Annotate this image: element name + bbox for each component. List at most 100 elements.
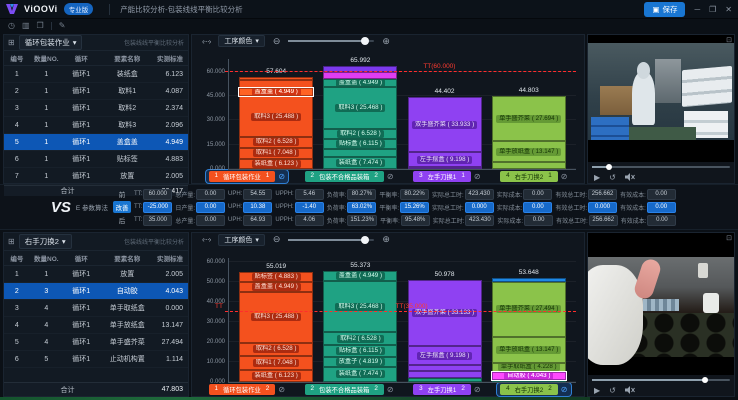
slider-knob[interactable] xyxy=(361,37,369,45)
no-schedule-icon[interactable]: ⊘ xyxy=(474,385,481,394)
table-row[interactable]: 41循环1取料32.096 xyxy=(4,117,188,134)
table-row[interactable]: 71循环1放置2.005 xyxy=(4,168,188,185)
bar-segment[interactable]: 单手取纸盒 ( 4.228 ) xyxy=(492,363,566,371)
no-schedule-icon[interactable]: ⊘ xyxy=(561,385,568,394)
bar-segment[interactable]: 左手摆盒 ( 9.198 ) xyxy=(408,346,482,364)
bar-segment[interactable]: 取料2 ( 6.528 ) xyxy=(239,343,313,356)
bar-segment[interactable]: 取料3 ( 25.468 ) xyxy=(323,281,397,332)
volume-icon[interactable] xyxy=(625,386,635,394)
play-icon[interactable]: ▶ xyxy=(594,386,600,395)
bar-segment[interactable]: 取料2 ( 6.528 ) xyxy=(323,332,397,345)
bar-segment[interactable]: 装纸盒 ( 7.474 ) xyxy=(323,367,397,382)
zoom-out-button[interactable]: ⊖ xyxy=(273,36,281,47)
no-schedule-icon[interactable]: ⊘ xyxy=(387,172,394,181)
seek-knob[interactable] xyxy=(606,164,612,170)
no-schedule-icon[interactable]: ⊘ xyxy=(278,172,285,181)
bar-segment[interactable]: 盖盒盖 ( 4.949 ) xyxy=(323,79,397,87)
bar-segment[interactable]: 左手摆盒 ( 9.198 ) xyxy=(408,152,482,167)
bar-segment[interactable]: 盖盒盖 ( 4.949 ) xyxy=(239,282,313,292)
close-button[interactable]: ✕ xyxy=(725,5,732,14)
job-dropdown[interactable]: 循环包装作业 ▾ xyxy=(19,35,83,50)
bar-segment[interactable] xyxy=(492,162,566,169)
video-player[interactable]: ⊡ xyxy=(588,35,734,162)
no-schedule-icon[interactable]: ⊘ xyxy=(561,172,568,181)
bar-segment[interactable]: 贴标盒 ( 6.115 ) xyxy=(323,345,397,357)
bar-segment[interactable]: 取料2 ( 6.528 ) xyxy=(323,129,397,140)
table-row[interactable]: 31循环1取料22.374 xyxy=(4,100,188,117)
maximize-button[interactable]: ❐ xyxy=(709,5,716,14)
history-icon[interactable]: ◷ xyxy=(8,21,15,30)
expand-icon[interactable]: ⊡ xyxy=(726,234,732,242)
slider-knob[interactable] xyxy=(361,236,369,244)
zoom-slider[interactable] xyxy=(288,40,374,42)
bar-segment[interactable]: 贴标盒 ( 6.115 ) xyxy=(323,139,397,149)
play-icon[interactable]: ▶ xyxy=(594,173,600,182)
bar-segment[interactable]: 单手放纸盒 ( 13.147 ) xyxy=(492,337,566,363)
bar-segment[interactable]: 取料3 ( 25.468 ) xyxy=(323,87,397,128)
table-row[interactable]: 21循环1取料14.087 xyxy=(4,83,188,100)
video-seekbar[interactable] xyxy=(588,162,734,171)
zoom-slider[interactable] xyxy=(288,239,374,241)
export-icon[interactable]: ❐ xyxy=(37,21,44,30)
replay-icon[interactable]: ↺ xyxy=(609,173,616,182)
table-row[interactable]: 23循环1自动胶4.043 xyxy=(4,283,188,300)
bar-segment[interactable] xyxy=(492,380,566,382)
table-row[interactable]: 51循环1盖盒盖4.949 xyxy=(4,134,188,151)
table-row[interactable]: 65循环1止动机构置1.114 xyxy=(4,351,188,368)
table-row[interactable]: 61循环1贴标签4.883 xyxy=(4,151,188,168)
edit-icon[interactable]: ✎ xyxy=(59,21,66,30)
station-pill[interactable]: 4右手刀换21⊘ xyxy=(497,170,570,183)
table-row[interactable]: 44循环1单手放纸盒13.147 xyxy=(4,317,188,334)
bar-segment[interactable]: 放盒子 ( 4.819 ) xyxy=(323,357,397,367)
bar-segment[interactable]: 盖盒盖 ( 4.949 ) xyxy=(323,271,397,281)
station-pill[interactable]: 4右手刀换22⊘ xyxy=(497,383,570,396)
replay-icon[interactable]: ↺ xyxy=(609,386,616,395)
video-seekbar[interactable] xyxy=(588,375,734,384)
bar-segment[interactable]: 取料1 ( 7.048 ) xyxy=(239,356,313,370)
station-pill[interactable]: 2包装不合格品装箱2⊘ xyxy=(302,170,397,183)
bar-segment[interactable]: 取料2 ( 6.528 ) xyxy=(239,137,313,148)
bar-segment[interactable] xyxy=(408,371,482,378)
save-button[interactable]: ▣ 保存 xyxy=(644,2,685,17)
bar-segment[interactable]: 双手盛芥菜 ( 33.133 ) xyxy=(408,280,482,346)
no-schedule-icon[interactable]: ⊘ xyxy=(474,172,481,181)
bar-segment[interactable]: 贴标签 ( 4.883 ) xyxy=(239,272,313,282)
no-schedule-icon[interactable]: ⊘ xyxy=(387,385,394,394)
bar-segment[interactable]: 取料3 ( 25.488 ) xyxy=(239,292,313,343)
pan-icon[interactable]: ‹···› xyxy=(202,37,210,46)
bar-segment[interactable] xyxy=(239,80,313,88)
zoom-out-button[interactable]: ⊖ xyxy=(273,234,281,245)
table-row[interactable]: 34循环1单手取纸盒0.000 xyxy=(4,300,188,317)
station-pill[interactable]: 3左手刀换12⊘ xyxy=(410,383,483,396)
bar-segment[interactable] xyxy=(408,167,482,169)
table-row[interactable]: 11循环1装纸盒6.123 xyxy=(4,66,188,83)
zoom-in-button[interactable]: ⊕ xyxy=(382,234,390,245)
table-row[interactable]: 11循环1放置2.005 xyxy=(4,266,188,283)
bar-segment[interactable] xyxy=(323,72,397,79)
volume-icon[interactable] xyxy=(625,173,635,181)
minimize-button[interactable]: ─ xyxy=(694,5,700,14)
process-color-dropdown[interactable]: 工序颜色 ▾ xyxy=(218,234,265,246)
seek-knob[interactable] xyxy=(702,377,708,383)
zoom-in-button[interactable]: ⊕ xyxy=(382,36,390,47)
no-schedule-icon[interactable]: ⊘ xyxy=(278,385,285,394)
expand-icon[interactable]: ⊡ xyxy=(726,36,732,44)
pan-icon[interactable]: ‹···› xyxy=(202,235,210,244)
bar-segment[interactable]: 装纸盒 ( 6.123 ) xyxy=(239,370,313,382)
bar-segment[interactable]: 自动胶 ( 4.043 ) xyxy=(492,372,566,380)
bar-segment[interactable]: 取料3 ( 25.488 ) xyxy=(239,96,313,137)
save-file-icon[interactable]: ▥ xyxy=(22,21,30,30)
bar-segment[interactable]: 取料1 ( 7.048 ) xyxy=(239,148,313,159)
job-dropdown[interactable]: 右手刀换2 ▾ xyxy=(19,234,72,249)
bar-segment[interactable] xyxy=(323,149,397,157)
video-player[interactable]: ⊡ xyxy=(588,233,734,375)
bar-segment[interactable]: 盖盒盖 ( 4.949 ) xyxy=(239,88,313,96)
station-pill[interactable]: 3左手刀换11⊘ xyxy=(410,170,483,183)
station-pill[interactable]: 2包装不合格品装箱2⊘ xyxy=(302,383,397,396)
bar-segment[interactable]: 单手盛芥菜 ( 27.694 ) xyxy=(492,96,566,141)
bar-segment[interactable] xyxy=(408,378,482,382)
bar-segment[interactable]: 双手盛芥菜 ( 33.933 ) xyxy=(408,97,482,152)
bar-segment[interactable]: 装纸盒 ( 7.474 ) xyxy=(323,157,397,169)
bar-segment[interactable]: 单手放纸盒 ( 13.147 ) xyxy=(492,141,566,162)
table-row[interactable]: 54循环1单手盛芥菜27.494 xyxy=(4,334,188,351)
